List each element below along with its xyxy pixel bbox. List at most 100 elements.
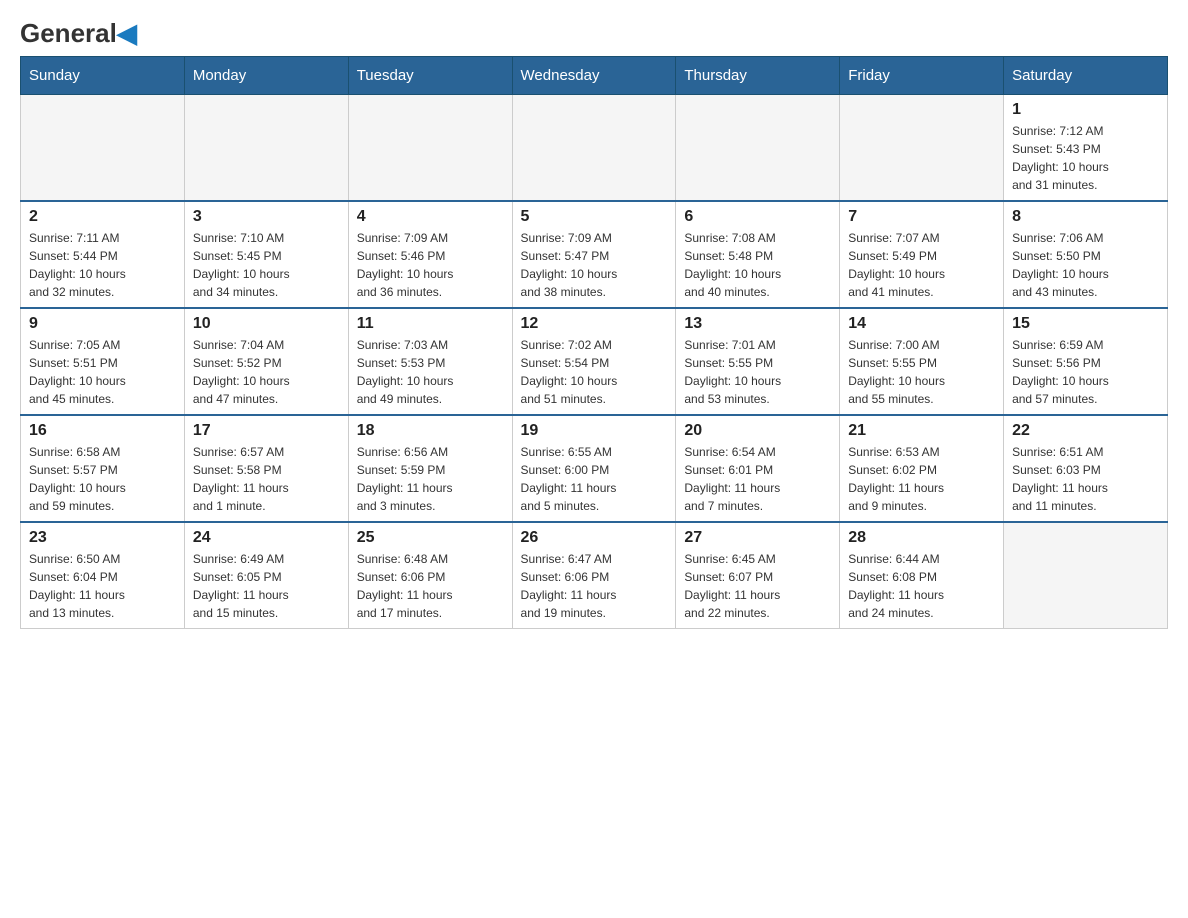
calendar-cell: 8Sunrise: 7:06 AM Sunset: 5:50 PM Daylig…: [1004, 201, 1168, 308]
day-info: Sunrise: 7:11 AM Sunset: 5:44 PM Dayligh…: [29, 229, 176, 301]
day-number: 14: [848, 315, 995, 333]
day-info: Sunrise: 7:08 AM Sunset: 5:48 PM Dayligh…: [684, 229, 831, 301]
calendar-cell: 1 Sunrise: 7:12 AM Sunset: 5:43 PM Daylig…: [1004, 95, 1168, 202]
day-info: Sunrise: 7:00 AM Sunset: 5:55 PM Dayligh…: [848, 336, 995, 408]
calendar-cell: 14 Sunrise: 7:00 AM Sunset: 5:55 PM Dayli…: [840, 308, 1004, 415]
calendar-cell: 11 Sunrise: 7:03 AM Sunset: 5:53 PM Dayli…: [348, 308, 512, 415]
day-number: 20: [684, 422, 831, 440]
day-info: Sunrise: 7:01 AM Sunset: 5:55 PM Dayligh…: [684, 336, 831, 408]
calendar-cell: [184, 95, 348, 202]
day-info: Sunrise: 6:54 AM Sunset: 6:01 PM Dayligh…: [684, 443, 831, 515]
day-info: Sunrise: 6:57 AM Sunset: 5:58 PM Dayligh…: [193, 443, 340, 515]
day-info: Sunrise: 7:10 AM Sunset: 5:45 PM Dayligh…: [193, 229, 340, 301]
day-number: 4: [357, 208, 504, 226]
day-number: 13: [684, 315, 831, 333]
calendar-cell: 17 Sunrise: 6:57 AM Sunset: 5:58 PM Dayli…: [184, 415, 348, 522]
day-info: Sunrise: 6:45 AM Sunset: 6:07 PM Dayligh…: [684, 550, 831, 622]
day-header-tuesday: Tuesday: [348, 57, 512, 95]
day-info: Sunrise: 6:49 AM Sunset: 6:05 PM Dayligh…: [193, 550, 340, 622]
calendar-cell: 9 Sunrise: 7:05 AM Sunset: 5:51 PM Daylig…: [21, 308, 185, 415]
calendar-cell: 2 Sunrise: 7:11 AM Sunset: 5:44 PM Daylig…: [21, 201, 185, 308]
logo-general: General◀: [20, 20, 137, 46]
calendar-cell: 18 Sunrise: 6:56 AM Sunset: 5:59 PM Dayli…: [348, 415, 512, 522]
day-number: 12: [521, 315, 668, 333]
calendar-cell: 20 Sunrise: 6:54 AM Sunset: 6:01 PM Dayli…: [676, 415, 840, 522]
day-header-saturday: Saturday: [1004, 57, 1168, 95]
calendar-cell: 3 Sunrise: 7:10 AM Sunset: 5:45 PM Daylig…: [184, 201, 348, 308]
day-info: Sunrise: 7:12 AM Sunset: 5:43 PM Dayligh…: [1012, 122, 1159, 194]
calendar-cell: 23 Sunrise: 6:50 AM Sunset: 6:04 PM Dayli…: [21, 522, 185, 629]
day-header-sunday: Sunday: [21, 57, 185, 95]
day-info: Sunrise: 6:48 AM Sunset: 6:06 PM Dayligh…: [357, 550, 504, 622]
day-header-monday: Monday: [184, 57, 348, 95]
day-info: Sunrise: 6:50 AM Sunset: 6:04 PM Dayligh…: [29, 550, 176, 622]
calendar-cell: 27 Sunrise: 6:45 AM Sunset: 6:07 PM Dayli…: [676, 522, 840, 629]
logo: General◀: [20, 20, 137, 46]
day-number: 10: [193, 315, 340, 333]
calendar-cell: 21 Sunrise: 6:53 AM Sunset: 6:02 PM Dayli…: [840, 415, 1004, 522]
day-info: Sunrise: 7:03 AM Sunset: 5:53 PM Dayligh…: [357, 336, 504, 408]
calendar-cell: 4 Sunrise: 7:09 AM Sunset: 5:46 PM Daylig…: [348, 201, 512, 308]
day-info: Sunrise: 6:56 AM Sunset: 5:59 PM Dayligh…: [357, 443, 504, 515]
calendar-cell: 19Sunrise: 6:55 AM Sunset: 6:00 PM Dayli…: [512, 415, 676, 522]
calendar-week-3: 9 Sunrise: 7:05 AM Sunset: 5:51 PM Daylig…: [21, 308, 1168, 415]
day-number: 24: [193, 529, 340, 547]
day-number: 7: [848, 208, 995, 226]
day-number: 15: [1012, 315, 1159, 333]
day-number: 16: [29, 422, 176, 440]
calendar-cell: 13 Sunrise: 7:01 AM Sunset: 5:55 PM Dayli…: [676, 308, 840, 415]
calendar-week-2: 2 Sunrise: 7:11 AM Sunset: 5:44 PM Daylig…: [21, 201, 1168, 308]
day-info: Sunrise: 7:02 AM Sunset: 5:54 PM Dayligh…: [521, 336, 668, 408]
logo-arrow-icon: ◀: [117, 18, 137, 48]
day-info: Sunrise: 7:07 AM Sunset: 5:49 PM Dayligh…: [848, 229, 995, 301]
calendar-cell: [348, 95, 512, 202]
day-info: Sunrise: 6:59 AM Sunset: 5:56 PM Dayligh…: [1012, 336, 1159, 408]
calendar-table: SundayMondayTuesdayWednesdayThursdayFrid…: [20, 56, 1168, 629]
calendar-cell: 28Sunrise: 6:44 AM Sunset: 6:08 PM Dayli…: [840, 522, 1004, 629]
day-number: 17: [193, 422, 340, 440]
day-info: Sunrise: 6:58 AM Sunset: 5:57 PM Dayligh…: [29, 443, 176, 515]
calendar-cell: 10 Sunrise: 7:04 AM Sunset: 5:52 PM Dayli…: [184, 308, 348, 415]
day-header-thursday: Thursday: [676, 57, 840, 95]
calendar-cell: [676, 95, 840, 202]
day-number: 23: [29, 529, 176, 547]
calendar-header-row: SundayMondayTuesdayWednesdayThursdayFrid…: [21, 57, 1168, 95]
day-number: 22: [1012, 422, 1159, 440]
calendar-cell: 22Sunrise: 6:51 AM Sunset: 6:03 PM Dayli…: [1004, 415, 1168, 522]
day-info: Sunrise: 7:04 AM Sunset: 5:52 PM Dayligh…: [193, 336, 340, 408]
day-number: 8: [1012, 208, 1159, 226]
day-number: 11: [357, 315, 504, 333]
calendar-cell: 16 Sunrise: 6:58 AM Sunset: 5:57 PM Dayli…: [21, 415, 185, 522]
calendar-cell: [840, 95, 1004, 202]
day-number: 2: [29, 208, 176, 226]
day-number: 9: [29, 315, 176, 333]
day-number: 3: [193, 208, 340, 226]
day-info: Sunrise: 7:09 AM Sunset: 5:46 PM Dayligh…: [357, 229, 504, 301]
calendar-cell: 5 Sunrise: 7:09 AM Sunset: 5:47 PM Daylig…: [512, 201, 676, 308]
day-info: Sunrise: 7:05 AM Sunset: 5:51 PM Dayligh…: [29, 336, 176, 408]
calendar-cell: 15 Sunrise: 6:59 AM Sunset: 5:56 PM Dayli…: [1004, 308, 1168, 415]
day-number: 18: [357, 422, 504, 440]
calendar-cell: [512, 95, 676, 202]
day-number: 27: [684, 529, 831, 547]
calendar-cell: 6 Sunrise: 7:08 AM Sunset: 5:48 PM Daylig…: [676, 201, 840, 308]
day-number: 25: [357, 529, 504, 547]
day-info: Sunrise: 6:53 AM Sunset: 6:02 PM Dayligh…: [848, 443, 995, 515]
day-header-friday: Friday: [840, 57, 1004, 95]
calendar-cell: 24 Sunrise: 6:49 AM Sunset: 6:05 PM Dayli…: [184, 522, 348, 629]
day-info: Sunrise: 6:47 AM Sunset: 6:06 PM Dayligh…: [521, 550, 668, 622]
day-info: Sunrise: 7:09 AM Sunset: 5:47 PM Dayligh…: [521, 229, 668, 301]
day-number: 26: [521, 529, 668, 547]
calendar-cell: 12 Sunrise: 7:02 AM Sunset: 5:54 PM Dayli…: [512, 308, 676, 415]
calendar-cell: 7 Sunrise: 7:07 AM Sunset: 5:49 PM Daylig…: [840, 201, 1004, 308]
calendar-cell: 25 Sunrise: 6:48 AM Sunset: 6:06 PM Dayli…: [348, 522, 512, 629]
page-header: General◀: [20, 20, 1168, 46]
day-number: 28: [848, 529, 995, 547]
day-number: 1: [1012, 101, 1159, 119]
calendar-week-1: 1 Sunrise: 7:12 AM Sunset: 5:43 PM Daylig…: [21, 95, 1168, 202]
day-number: 21: [848, 422, 995, 440]
calendar-week-4: 16 Sunrise: 6:58 AM Sunset: 5:57 PM Dayli…: [21, 415, 1168, 522]
day-number: 5: [521, 208, 668, 226]
day-info: Sunrise: 6:55 AM Sunset: 6:00 PM Dayligh…: [521, 443, 668, 515]
day-number: 6: [684, 208, 831, 226]
